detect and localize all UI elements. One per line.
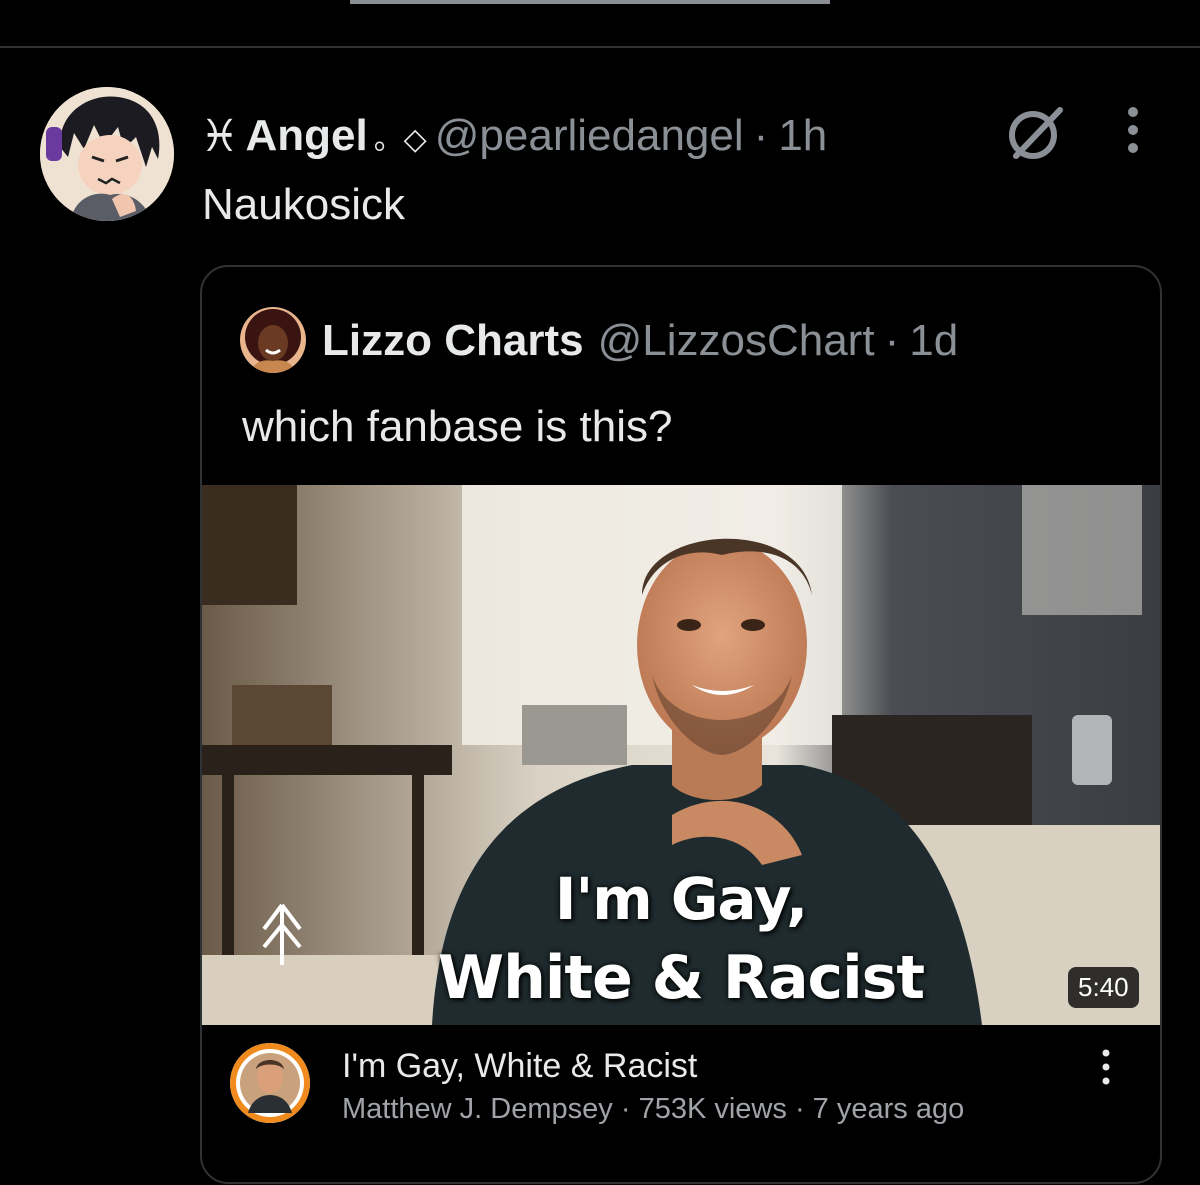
timestamp[interactable]: 1h <box>778 111 827 161</box>
separator-dot: · <box>620 1093 631 1125</box>
video-metadata: Matthew J. Dempsey · 753K views · 7 year… <box>342 1093 964 1126</box>
view-count: 753K views <box>638 1093 787 1125</box>
separator-dot: · <box>794 1093 805 1125</box>
video-caption-line2: White & Racist <box>437 943 925 1013</box>
name-decoration: 。◇ <box>373 123 427 156</box>
quoted-user-handle[interactable]: @LizzosChart <box>598 316 875 366</box>
quoted-user-avatar[interactable] <box>240 307 306 373</box>
separator-dot: · <box>753 111 769 160</box>
name-glyph: ♓︎ <box>200 111 240 161</box>
tweet-header: ♓︎ Angel 。◇ @pearliedangel · 1h <box>200 108 827 164</box>
grok-icon[interactable] <box>1004 102 1066 164</box>
quoted-tweet-header: Lizzo Charts @LizzosChart · 1d <box>322 310 958 372</box>
user-avatar[interactable] <box>40 87 174 221</box>
video-title[interactable]: I'm Gay, White & Racist <box>342 1047 697 1086</box>
quoted-timestamp[interactable]: 1d <box>909 316 958 366</box>
status-bar-fragment <box>350 0 830 4</box>
separator-dot: · <box>884 316 900 365</box>
quoted-tweet-card[interactable]: Lizzo Charts @LizzosChart · 1d which fan… <box>200 265 1162 1184</box>
video-age: 7 years ago <box>812 1093 965 1125</box>
quoted-display-name[interactable]: Lizzo Charts <box>322 316 584 366</box>
video-caption-line1: I'm Gay, <box>554 865 808 933</box>
user-handle[interactable]: @pearliedangel <box>435 111 744 161</box>
channel-name[interactable]: Matthew J. Dempsey <box>342 1093 613 1125</box>
video-more-icon[interactable] <box>1096 1047 1116 1087</box>
quoted-tweet-text: which fanbase is this? <box>242 402 673 451</box>
video-duration-badge: 5:40 <box>1068 967 1139 1008</box>
channel-avatar[interactable] <box>230 1043 310 1123</box>
more-options-icon[interactable] <box>1118 104 1148 160</box>
top-bar <box>0 0 1200 48</box>
display-name[interactable]: Angel <box>245 111 367 161</box>
tweet-text: Naukosick <box>202 180 405 229</box>
